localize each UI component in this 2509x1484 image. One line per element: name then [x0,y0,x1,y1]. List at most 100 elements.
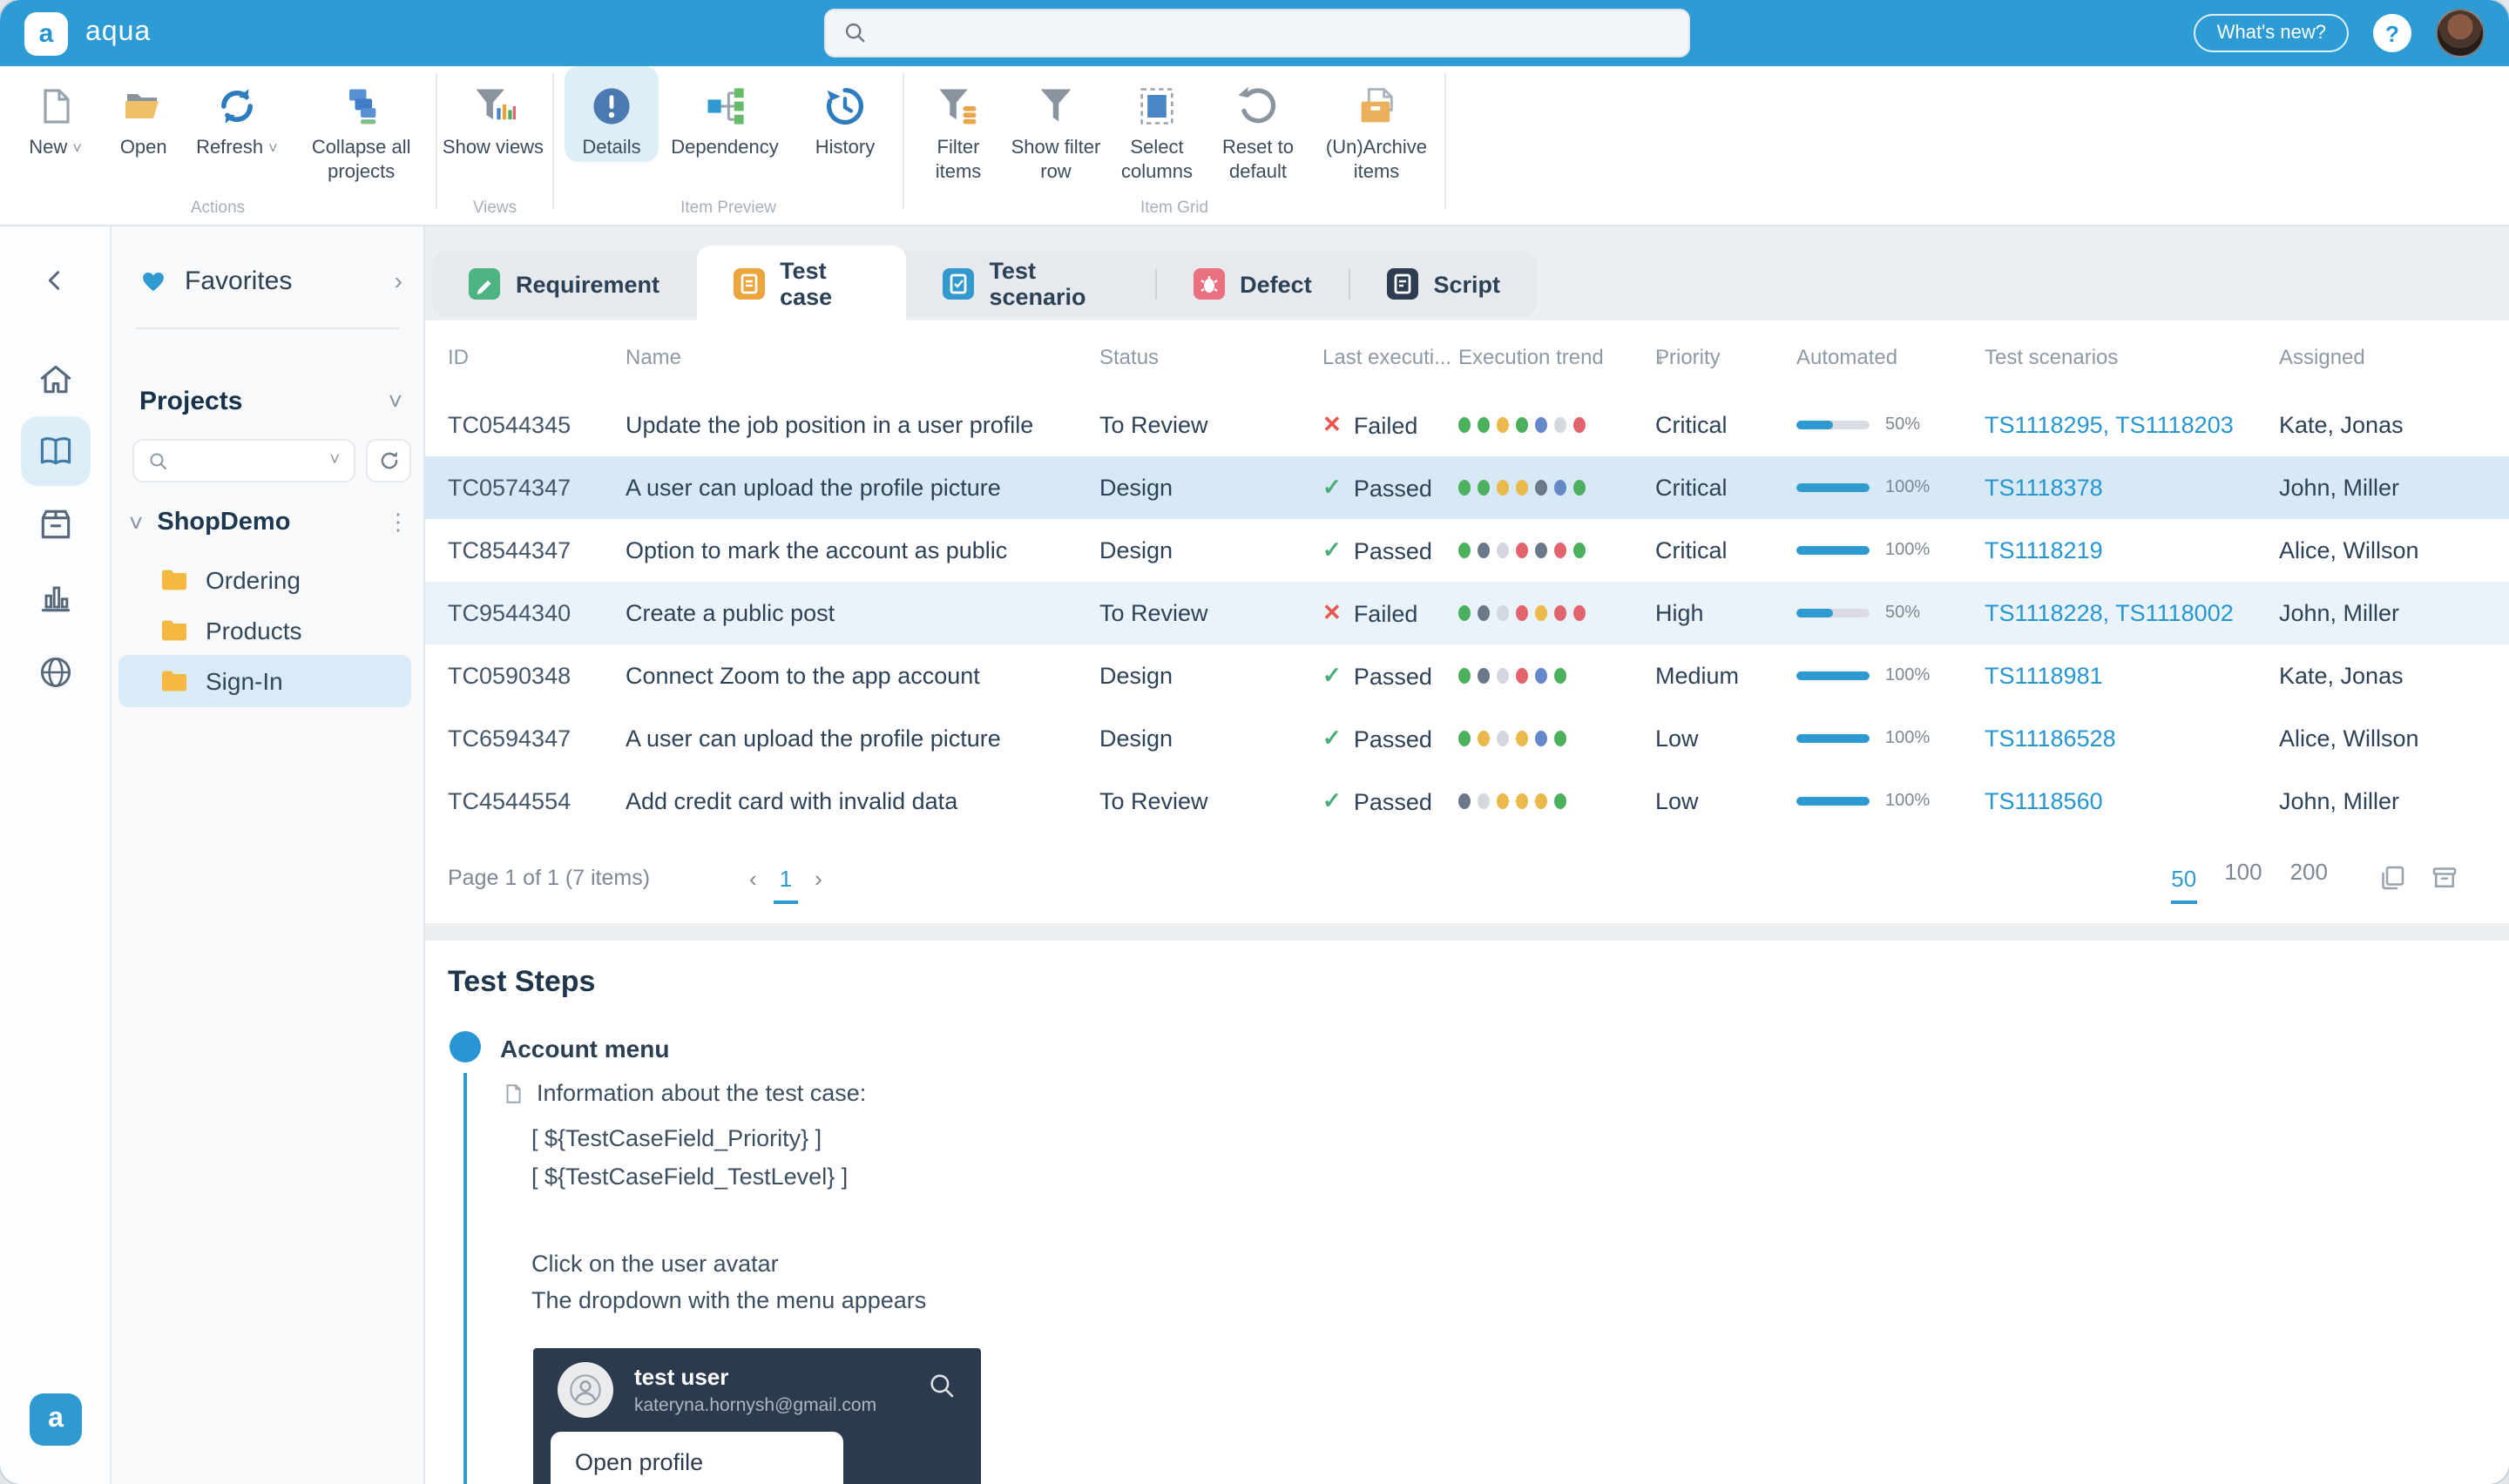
test-scenarios-link[interactable]: TS1118219 [1985,537,2103,563]
page-size-100[interactable]: 100 [2224,859,2262,897]
tab-requirement[interactable]: Requirement [432,251,696,317]
chevron-down-icon[interactable]: ˅ [129,509,143,536]
column-header-execution-trend[interactable]: Execution trend [1458,345,1604,369]
priority: Critical [1655,475,1728,501]
refresh-icon [377,449,400,472]
filter-items-button[interactable]: Filter items [915,66,1002,186]
unarchive-items-button[interactable]: (Un)Archive items [1309,66,1444,186]
failed-icon: ✕ [1322,599,1342,627]
project-search[interactable]: ˅ [132,439,355,482]
test-scenarios-link[interactable]: TS1118228, TS1118002 [1985,600,2234,626]
show-views-button[interactable]: Show views [437,66,549,162]
kebab-menu-icon[interactable]: ⋮ [387,509,409,536]
placeholder-priority: [ ${TestCaseField_Priority} ] [531,1125,822,1151]
table-row[interactable]: TC6594347 A user can upload the profile … [425,707,2509,770]
attached-screenshot[interactable]: test user kateryna.hornysh@gmail.com Ope… [533,1348,981,1484]
global-search-input[interactable] [882,19,1671,47]
new-button[interactable]: New˅ [10,66,100,162]
tab-test-case[interactable]: Test case [696,246,905,322]
main-content: Requirement Test case Test scenario Defe [425,226,2509,1484]
user-avatar[interactable] [2436,9,2485,57]
column-header-name[interactable]: Name [626,345,681,369]
rail-release-item[interactable] [21,489,91,559]
dependency-button[interactable]: Dependency [662,66,788,162]
history-button[interactable]: History [788,66,903,162]
rail-home-item[interactable] [21,345,91,415]
testcase-name: Create a public post [626,600,835,626]
rail-domain-item[interactable] [21,637,91,707]
status: To Review [1099,412,1208,438]
table-row[interactable]: TC0544345 Update the job position in a u… [425,394,2509,456]
tab-defect[interactable]: Defect [1156,251,1349,317]
trend-dot-red [1573,417,1586,433]
tab-script[interactable]: Script [1349,251,1537,317]
tab-test-scenario[interactable]: Test scenario [905,251,1154,317]
ribbon-group-label: Views [437,199,552,218]
table-row-selected[interactable]: TC0574347 A user can upload the profile … [425,456,2509,519]
column-header-id[interactable]: ID [448,345,469,369]
automation-percent: 100% [1885,666,1930,685]
whats-new-button[interactable]: What's new? [2195,14,2349,52]
projects-header[interactable]: Projects ˅ [139,380,402,422]
reset-to-default-button[interactable]: Reset to default [1207,66,1309,186]
trend-dot-red [1516,668,1528,684]
open-button[interactable]: Open [100,66,186,162]
trend-dot-orange [1497,417,1509,433]
collapse-all-projects-button[interactable]: Collapse all projects [287,66,436,186]
column-header-automated[interactable]: Automated [1796,345,1897,369]
test-steps-title: Test Steps [448,965,595,1000]
details-button[interactable]: Details [565,66,659,162]
project-node-shopdemo[interactable]: ˅ ShopDemo ⋮ [129,498,409,547]
test-scenarios-link[interactable]: TS1118981 [1985,663,2103,689]
testcase-id: TC0590348 [448,663,571,689]
testcase-id: TC8544347 [448,537,571,563]
test-scenarios-link[interactable]: TS11186528 [1985,725,2116,752]
trend-dot-green [1478,417,1490,433]
rail-projects-item[interactable] [21,416,91,486]
test-scenarios-link[interactable]: TS1118295, TS1118203 [1985,412,2234,438]
folder-item-sign-in[interactable]: Sign-In [118,655,411,707]
select-columns-button[interactable]: Select columns [1106,66,1207,186]
archive-icon[interactable] [2429,862,2460,894]
prev-page-button[interactable]: ‹ [749,865,757,891]
column-header-status[interactable]: Status [1099,345,1159,369]
column-header-test-scenarios[interactable]: Test scenarios [1985,345,2118,369]
column-header-last-execution[interactable]: Last executi... [1322,345,1451,369]
favorites-header[interactable]: Favorites › [139,258,402,303]
refresh-button[interactable]: Refresh˅ [186,66,287,162]
collapse-sidebar-button[interactable] [21,246,91,315]
folder-item-ordering[interactable]: Ordering [118,554,411,606]
step-bullet-icon[interactable] [450,1031,481,1062]
table-row[interactable]: TC0590348 Connect Zoom to the app accoun… [425,644,2509,707]
defect-icon [1193,268,1224,300]
table-row[interactable]: TC9544340 Create a public post To Review… [425,582,2509,644]
page-size-50[interactable]: 50 [2171,866,2196,904]
trend-dot-green [1573,480,1586,496]
automation-progressbar [1796,797,1870,806]
rail-reports-item[interactable] [21,563,91,632]
table-row[interactable]: TC8544347 Option to mark the account as … [425,519,2509,582]
chevron-right-icon[interactable]: › [395,266,402,294]
trend-dot-green [1573,543,1586,558]
aqua-logo-icon: a [24,11,68,55]
column-header-assigned[interactable]: Assigned [2279,345,2365,369]
trend-dot-red [1554,543,1566,558]
refresh-projects-button[interactable] [366,439,411,482]
chevron-down-icon[interactable]: ˅ [389,387,402,415]
test-scenarios-link[interactable]: TS1118560 [1985,788,2103,814]
help-icon[interactable]: ? [2373,14,2411,52]
current-page[interactable]: 1 [774,866,797,904]
caret-down-icon[interactable]: ˅ [329,451,340,470]
page-size-200[interactable]: 200 [2290,859,2328,897]
show-filter-row-button[interactable]: Show filter row [1005,66,1106,186]
test-scenarios-link[interactable]: TS1118378 [1985,475,2103,501]
search-icon [148,450,169,471]
table-row[interactable]: TC4544554 Add credit card with invalid d… [425,770,2509,833]
ribbon-group-actions: New˅ Open Refresh˅ Collapse all projects [0,66,436,226]
project-search-input[interactable] [179,449,329,473]
next-page-button[interactable]: › [815,865,822,891]
copy-pages-icon[interactable] [2377,862,2408,894]
document-icon [502,1081,524,1105]
folder-item-products[interactable]: Products [118,604,411,657]
global-search[interactable] [824,9,1690,57]
